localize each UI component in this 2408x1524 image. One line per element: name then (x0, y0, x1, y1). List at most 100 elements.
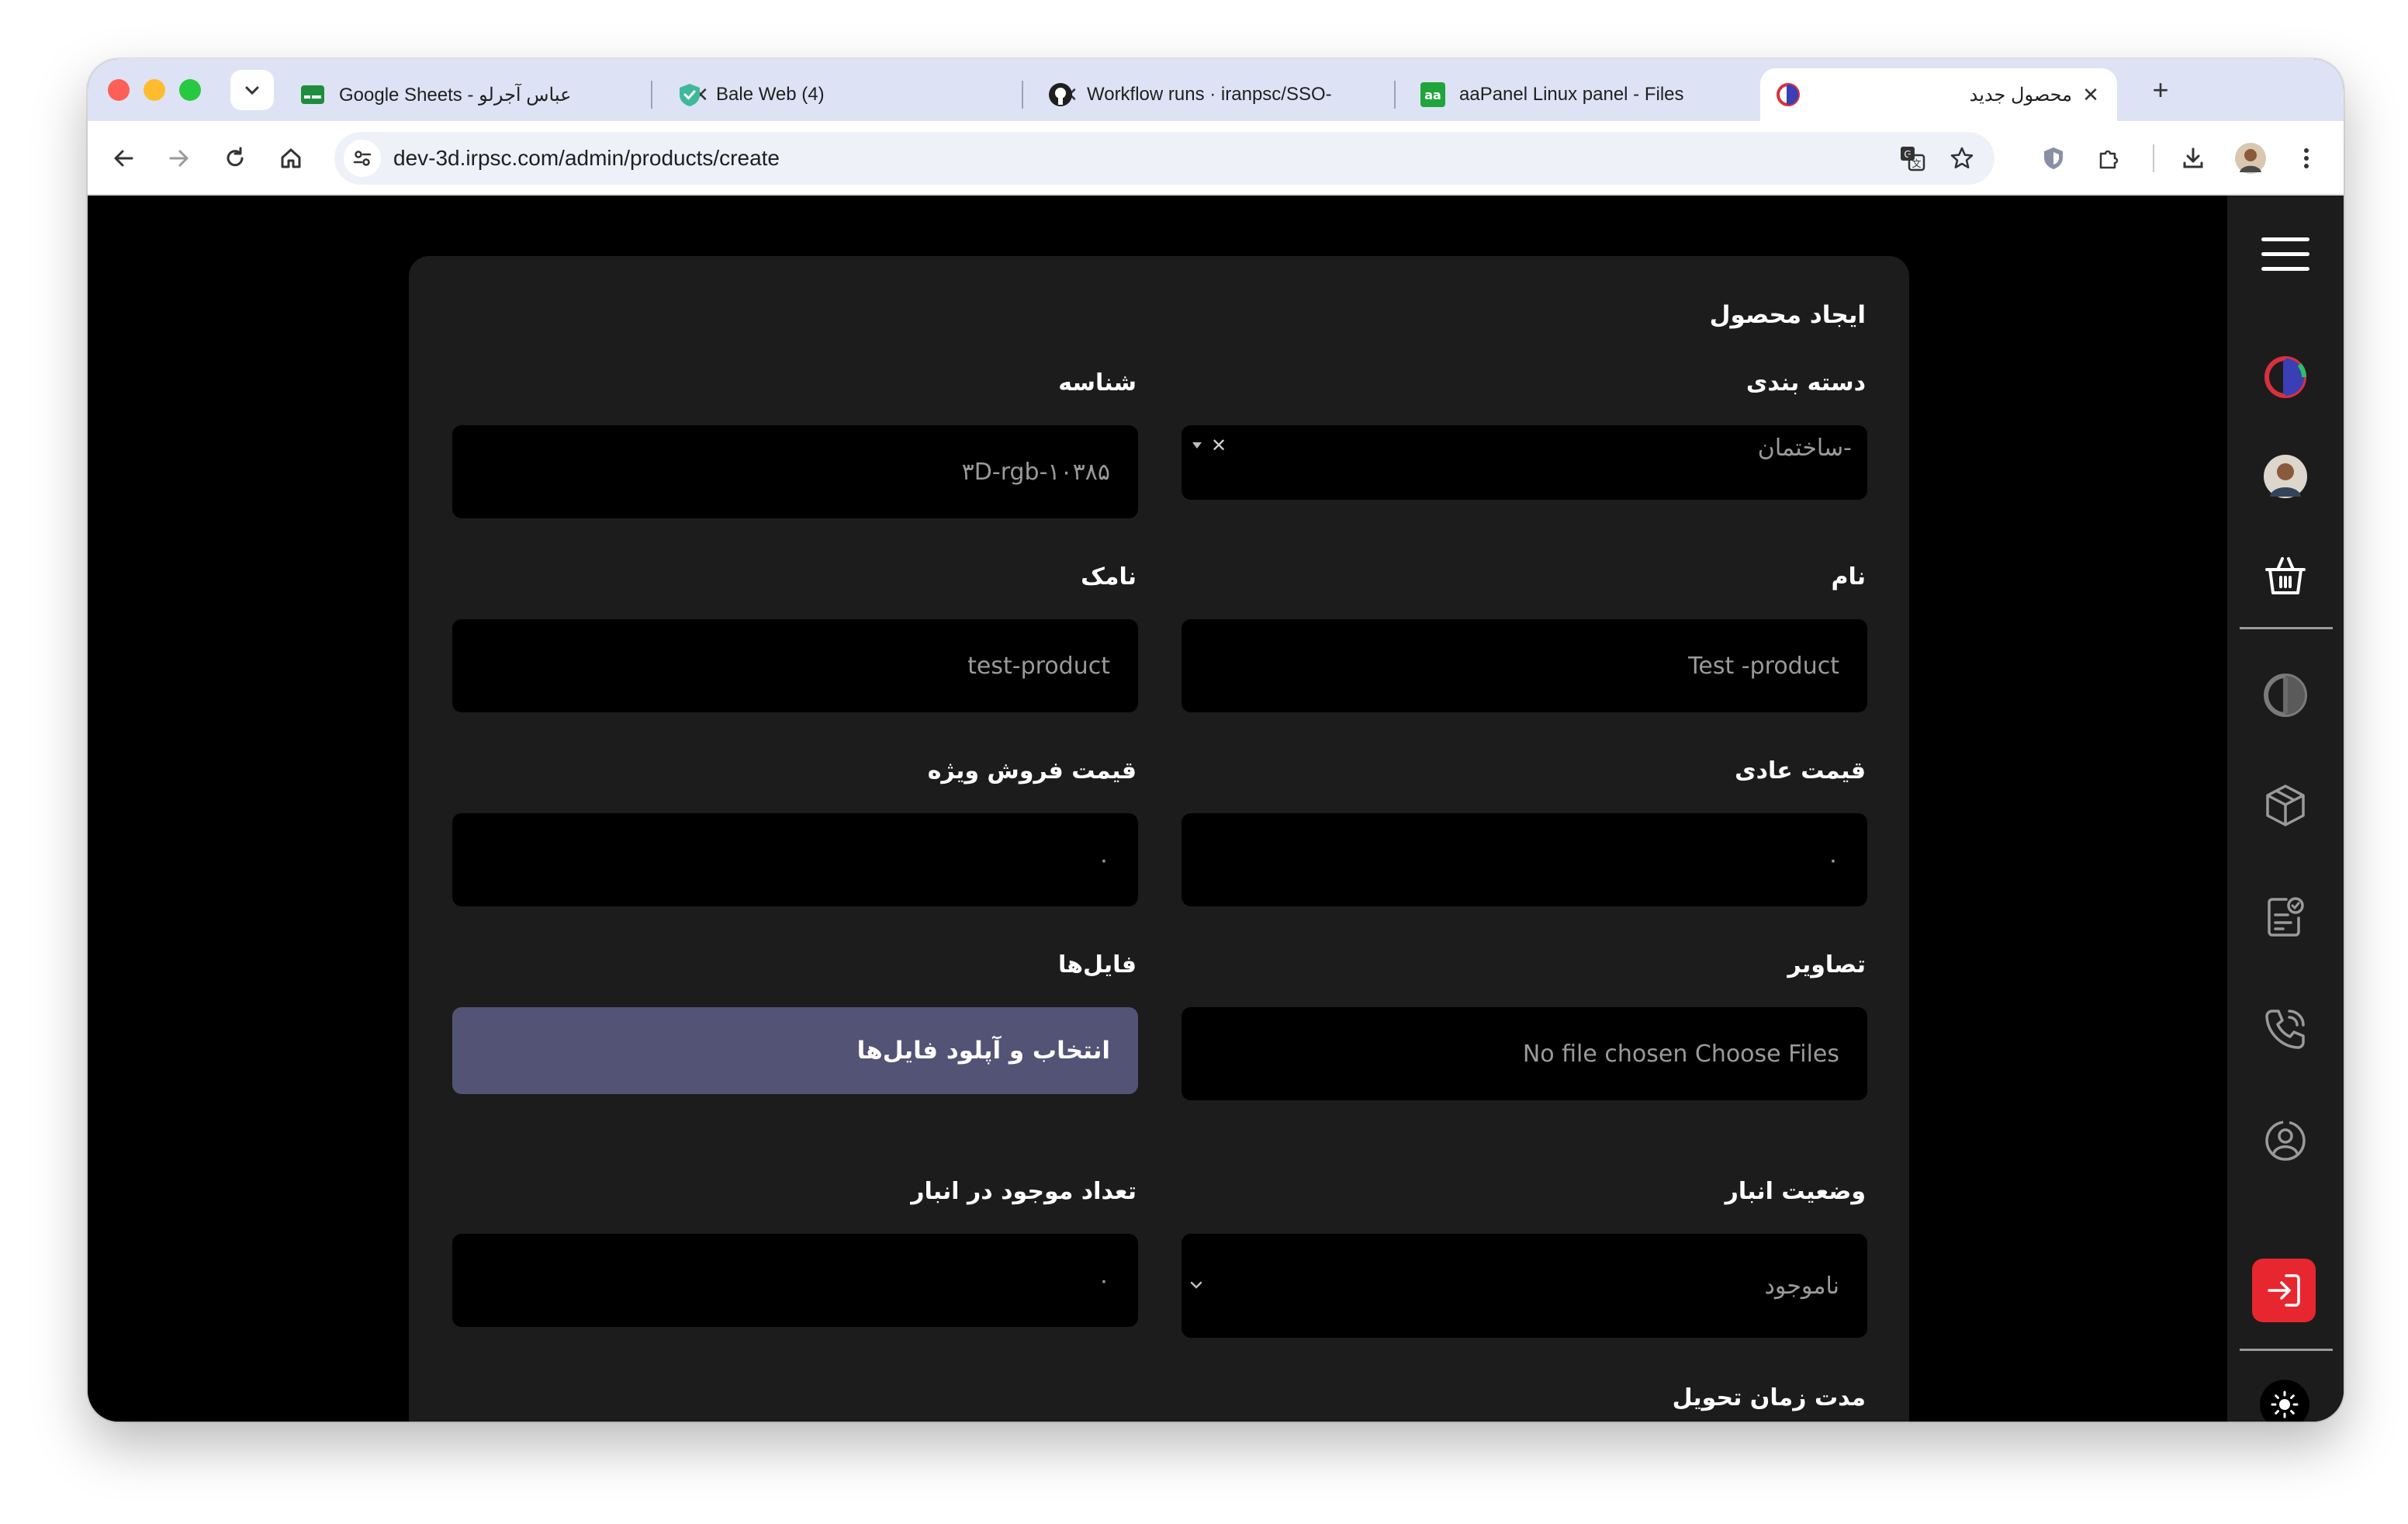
task-icon[interactable] (2254, 886, 2316, 948)
tab-title: Workflow runs · iranpsc/SSO- (1087, 84, 1332, 105)
tab-new-product[interactable]: محصول جدید ✕ (1760, 68, 2117, 121)
select-controls: ✕ (1191, 435, 1226, 456)
tab-title: Bale Web (4) (716, 84, 825, 105)
downloads-icon[interactable] (2173, 138, 2213, 178)
images-file-status: No file chosen Choose Files (1522, 1040, 1839, 1068)
name-label: نام (1831, 563, 1866, 591)
aapanel-icon: aa (1420, 82, 1445, 107)
basket-icon[interactable] (2254, 545, 2316, 607)
product-form-card: ایجاد محصول دسته بندی شناسه -ساختمان ✕ ۳… (409, 256, 1909, 1422)
category-label: دسته بندی (1745, 369, 1866, 397)
forward-button[interactable] (159, 138, 199, 178)
profile-avatar[interactable] (2230, 138, 2271, 178)
chevron-down-icon (1190, 1281, 1202, 1289)
close-window-button[interactable] (108, 79, 130, 101)
slug-value: test-product (967, 652, 1110, 680)
menu-icon[interactable] (2254, 223, 2316, 286)
browser-toolbar: dev-3d.irpsc.com/admin/products/create G… (88, 121, 2344, 196)
phone-icon[interactable] (2254, 998, 2316, 1060)
home-button[interactable] (271, 138, 311, 178)
tab-search-button[interactable] (230, 70, 274, 110)
extensions-puzzle-icon[interactable] (2089, 138, 2129, 178)
url-text[interactable]: dev-3d.irpsc.com/admin/products/create (393, 132, 780, 185)
regular-price-value: ۰ (1826, 846, 1839, 874)
sale-price-input[interactable]: ۰ (452, 813, 1138, 906)
tab-separator (651, 81, 652, 109)
maximize-window-button[interactable] (179, 79, 201, 101)
google-sheets-icon (300, 82, 325, 107)
arrow-left-icon (114, 150, 133, 167)
logout-icon (2268, 1274, 2300, 1307)
3d-logo-icon[interactable] (2254, 664, 2316, 726)
bale-icon (677, 82, 702, 107)
stock-status-value: ناموجود (1764, 1272, 1839, 1300)
github-icon (1048, 82, 1073, 107)
reload-button[interactable] (215, 138, 255, 178)
sidebar-divider (2240, 1349, 2333, 1351)
stock-status-label: وضعیت انبار (1725, 1178, 1866, 1205)
theme-toggle-button[interactable] (2260, 1380, 2309, 1422)
tab-separator (1394, 81, 1396, 109)
more-menu-icon[interactable] (2286, 138, 2327, 178)
logout-button[interactable] (2252, 1259, 2316, 1322)
chevron-down-icon (245, 86, 259, 95)
images-label: تصاویر (1787, 951, 1866, 978)
sale-price-label: قیمت فروش ویژه (927, 757, 1137, 785)
regular-price-label: قیمت عادی (1735, 757, 1866, 785)
tab-separator (1022, 81, 1023, 109)
sku-label: شناسه (1058, 369, 1137, 397)
toolbar-divider (2153, 144, 2154, 172)
upload-files-label: انتخاب و آپلود فایل‌ها (856, 1037, 1110, 1065)
stock-qty-value: ۰ (1097, 1266, 1110, 1294)
avatar[interactable] (2254, 445, 2316, 507)
extension-shield-icon[interactable] (2033, 138, 2074, 178)
slug-input[interactable]: test-product (452, 619, 1138, 712)
sale-price-value: ۰ (1097, 846, 1110, 874)
sku-input[interactable]: ۳D-rgb-۱۰۳۸۵ (452, 425, 1138, 518)
page-title: ایجاد محصول (1709, 301, 1866, 329)
stock-qty-label: تعداد موجود در انبار (911, 1178, 1137, 1205)
tab-google-sheets[interactable]: Google Sheets - عباس آجرلو ✕ (285, 68, 727, 121)
delivery-time-label: مدت زمان تحویل (1672, 1384, 1866, 1411)
tab-title: aaPanel Linux panel - Files (1459, 84, 1684, 105)
stock-qty-input[interactable]: ۰ (452, 1234, 1138, 1327)
sun-icon (2271, 1391, 2299, 1418)
files-label: فایل‌ها (1057, 951, 1137, 978)
site-settings-icon[interactable] (344, 140, 381, 177)
reload-icon (227, 147, 244, 167)
back-button[interactable] (103, 138, 144, 178)
close-icon[interactable]: ✕ (2080, 83, 2102, 107)
cube-icon[interactable] (2254, 774, 2316, 836)
home-icon (281, 148, 301, 168)
browser-window: Google Sheets - عباس آجرلو ✕ Bale Web (4… (88, 59, 2344, 1422)
admin-sidebar (2227, 196, 2344, 1422)
page-content: ایجاد محصول دسته بندی شناسه -ساختمان ✕ ۳… (88, 196, 2344, 1422)
bookmark-star-icon[interactable] (1943, 140, 1981, 177)
stock-status-select[interactable]: ناموجود (1182, 1234, 1867, 1338)
tab-title: Google Sheets - عباس آجرلو (339, 84, 572, 106)
new-tab-button[interactable]: + (2143, 73, 2178, 107)
minimize-window-button[interactable] (144, 79, 165, 101)
tab-bale-web[interactable]: Bale Web (4) ✕ (662, 68, 1096, 121)
clear-icon[interactable]: ✕ (1211, 435, 1226, 456)
category-value: -ساختمان (1757, 435, 1852, 462)
upload-files-button[interactable]: انتخاب و آپلود فایل‌ها (452, 1007, 1138, 1094)
arrow-right-icon (169, 150, 189, 167)
user-circle-icon[interactable] (2254, 1110, 2316, 1172)
tab-title: محصول جدید (1969, 84, 2072, 106)
images-file-input[interactable]: No file chosen Choose Files (1182, 1007, 1867, 1100)
svg-text:G: G (1904, 149, 1911, 160)
svg-text:aa: aa (1424, 88, 1441, 102)
tab-strip: Google Sheets - عباس آجرلو ✕ Bale Web (4… (88, 59, 2344, 121)
caret-down-icon[interactable] (1191, 441, 1203, 450)
sidebar-divider (2240, 627, 2333, 629)
slug-label: نامک (1081, 563, 1137, 591)
site-logo-icon (1776, 82, 1801, 107)
translate-icon[interactable]: G文 (1894, 140, 1931, 177)
address-bar[interactable]: dev-3d.irpsc.com/admin/products/create G… (334, 132, 1995, 185)
name-value: Test -product (1688, 652, 1839, 680)
site-logo-icon[interactable] (2254, 346, 2316, 408)
name-input[interactable]: Test -product (1182, 619, 1867, 712)
regular-price-input[interactable]: ۰ (1182, 813, 1867, 906)
category-select[interactable]: -ساختمان ✕ (1182, 425, 1867, 500)
